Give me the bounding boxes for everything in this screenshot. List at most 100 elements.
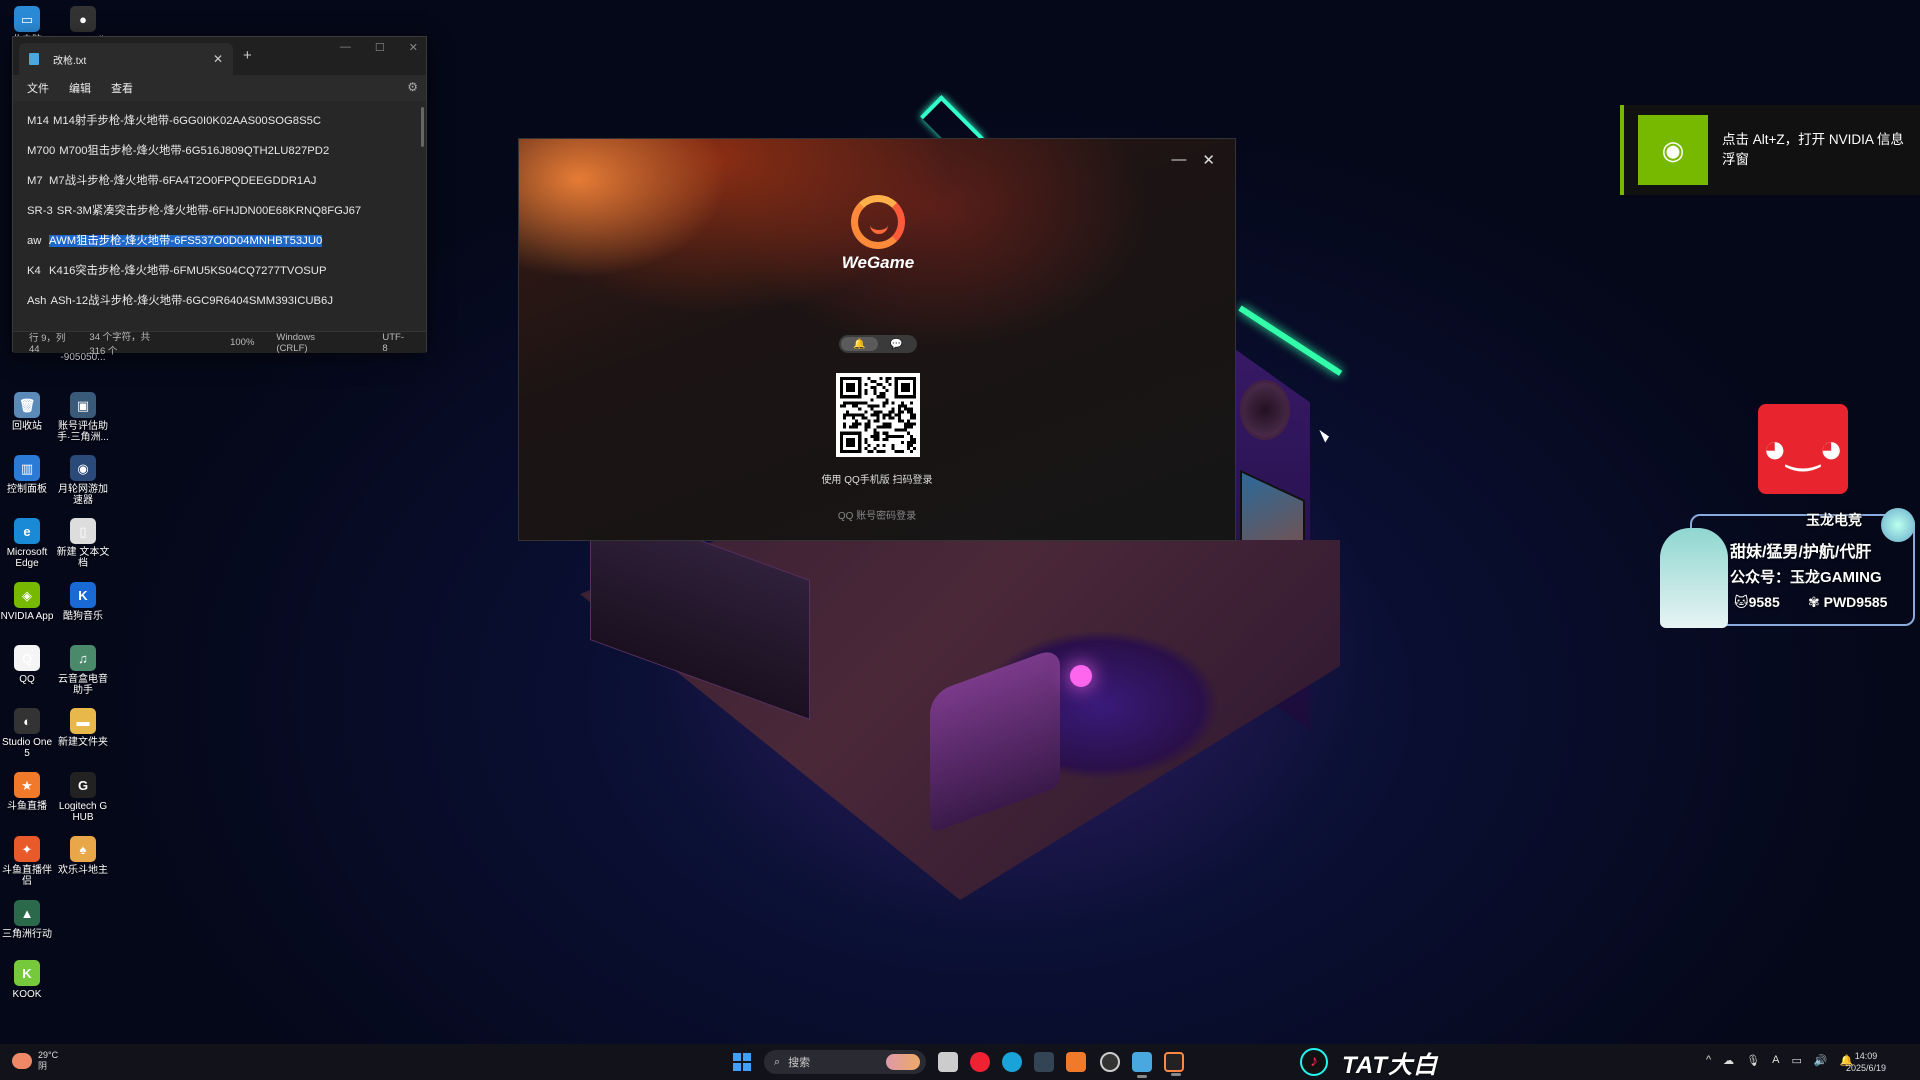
- nvidia-notification[interactable]: ◉ 点击 Alt+Z，打开 NVIDIA 信息浮窗: [1620, 105, 1920, 195]
- login-method-toggle: 🔔 💬: [839, 335, 917, 353]
- overlay-number-2: ✾ PWD9585: [1808, 594, 1888, 610]
- taskbar-wegame-icon[interactable]: [1164, 1052, 1184, 1076]
- text-line[interactable]: Ash ASh-12战斗步枪-烽火地带-6GC9R6404SMM393ICUB6J: [27, 291, 426, 321]
- desktop-icon-label: 酷狗音乐: [63, 611, 103, 622]
- line-key: K4: [27, 265, 41, 277]
- desktop-icon[interactable]: ◈ NVIDIA App: [0, 582, 56, 622]
- wegame-minimize-button[interactable]: —: [1171, 151, 1186, 169]
- desktop-icon-label: KOOK: [12, 989, 42, 1000]
- text-line[interactable]: aw AWM狙击步枪-烽火地带-6FS537O0D04MNHBT53JU0: [27, 231, 426, 261]
- desktop-icon[interactable]: Q QQ: [0, 645, 56, 685]
- tray-icon[interactable]: ▭: [1791, 1054, 1801, 1067]
- desktop-icon[interactable]: ◐ Studio One 5: [0, 708, 56, 759]
- taskbar-edge-icon[interactable]: [1002, 1052, 1022, 1072]
- clock-time: 14:09: [1854, 1051, 1878, 1061]
- desktop-icon-label: 欢乐斗地主: [58, 865, 108, 876]
- wegame-close-button[interactable]: ✕: [1202, 151, 1215, 169]
- tray-icon[interactable]: ^: [1706, 1054, 1711, 1067]
- dartboard: [1240, 380, 1290, 440]
- app-icon: ▣: [70, 392, 96, 418]
- qr-scan-hint: 使用 QQ手机版 扫码登录: [821, 475, 933, 486]
- notepad-scrollbar[interactable]: [421, 107, 424, 147]
- line-text: M14射手步枪-烽火地带-6GG0I0K02AAS00SOG8S5C: [52, 115, 322, 127]
- close-window-button[interactable]: ✕: [409, 41, 418, 54]
- status-zoom[interactable]: 100%: [230, 337, 254, 348]
- weather-desc: 阴: [38, 1061, 48, 1071]
- desktop-icon[interactable]: K 酷狗音乐: [54, 582, 112, 622]
- taskbar-obs-icon[interactable]: [1100, 1052, 1120, 1072]
- desktop-icon[interactable]: ◉ 月轮网游加速器: [54, 455, 112, 506]
- desktop-icon-label: 云音盒电音助手: [58, 674, 108, 696]
- overlay-number-1: 🐱9585: [1734, 594, 1780, 610]
- tab-close-icon[interactable]: ✕: [213, 52, 223, 66]
- weather-widget[interactable]: 29°C 阴: [12, 1050, 58, 1072]
- taskbar-file-explorer-icon[interactable]: [938, 1052, 958, 1072]
- notepad-window: 改枪.txt ✕ + — ☐ ✕ 文件 编辑 查看 ⚙ M14 M14射手步枪-烽…: [12, 36, 427, 357]
- app-icon: K: [14, 960, 40, 986]
- app-icon: ●: [70, 6, 96, 32]
- desktop-icon-label: Studio One 5: [1, 737, 53, 759]
- notepad-tab[interactable]: 改枪.txt ✕: [19, 43, 233, 75]
- desktop-icon[interactable]: ▬ 新建文件夹: [54, 708, 112, 748]
- wegame-login-window: — ✕ WeGame 🔔 💬 使用 QQ手机版 扫码登录 QQ 账号密码登录: [518, 138, 1236, 541]
- desktop-icon[interactable]: ▥ 控制面板: [0, 455, 56, 495]
- text-line[interactable]: M700 M700狙击步枪-烽火地带-6G516J809QTH2LU827PD2: [27, 141, 426, 171]
- menu-edit[interactable]: 编辑: [69, 80, 91, 96]
- taskbar-netease-icon[interactable]: [970, 1052, 990, 1072]
- start-button[interactable]: [733, 1053, 751, 1071]
- status-encoding[interactable]: UTF-8: [382, 332, 404, 354]
- taskbar-clock[interactable]: 14:09 2025/6/19: [1846, 1050, 1886, 1074]
- desktop-icon[interactable]: ✦ 斗鱼直播伴侣: [0, 836, 56, 887]
- notepad-text-area[interactable]: M14 M14射手步枪-烽火地带-6GG0I0K02AAS00SOG8S5C M70…: [13, 101, 426, 331]
- clock-date: 2025/6/19: [1846, 1063, 1887, 1073]
- desktop-icon[interactable]: 🗑 回收站: [0, 392, 56, 432]
- taskbar-vpn-icon[interactable]: [1034, 1052, 1054, 1072]
- desktop-icon[interactable]: ♫ 云音盒电音助手: [54, 645, 112, 696]
- tray-icon[interactable]: 🎙: [1746, 1054, 1760, 1067]
- maximize-button[interactable]: ☐: [375, 41, 385, 54]
- desktop-icon[interactable]: ▲ 三角洲行动: [0, 900, 56, 940]
- taskbar-notepad-icon[interactable]: [1132, 1052, 1152, 1078]
- desktop-icon-label: 斗鱼直播伴侣: [2, 865, 52, 887]
- desktop-icon[interactable]: ▣ 账号评估助手·三角洲...: [54, 392, 112, 443]
- new-tab-button[interactable]: +: [243, 47, 252, 64]
- tray-icon[interactable]: ☁: [1723, 1054, 1734, 1067]
- app-icon: 🗑: [14, 392, 40, 418]
- qq-login-tab[interactable]: 🔔: [841, 337, 878, 351]
- desktop-icon-label: NVIDIA App: [0, 611, 54, 622]
- password-login-link[interactable]: QQ 账号密码登录: [519, 507, 1235, 522]
- line-key: M7: [27, 175, 43, 187]
- app-icon: ♫: [70, 645, 96, 671]
- desktop-icon[interactable]: G Logitech G HUB: [54, 772, 112, 823]
- desktop-icon[interactable]: K KOOK: [0, 960, 56, 1000]
- taskbar-douyu-icon[interactable]: [1066, 1052, 1086, 1072]
- stream-overlay: 玉龙电竞 甜妹/猛男/护航/代肝 公众号：玉龙GAMING 🐱9585 ✾ PW…: [1660, 508, 1915, 630]
- text-line[interactable]: SR-3 SR-3M紧凑突击步枪-烽火地带-6FHJDN00E68KRNQ8FGJ…: [27, 201, 426, 231]
- wechat-login-tab[interactable]: 💬: [878, 337, 915, 351]
- line-text: M7战斗步枪-烽火地带-6FA4T2O0FPQDEEGDDR1AJ: [49, 175, 317, 187]
- overlay-title: 玉龙电竞: [1806, 512, 1862, 528]
- wegame-logo: WeGame: [835, 195, 921, 273]
- overlay-services: 甜妹/猛男/护航/代肝: [1730, 544, 1872, 561]
- app-icon: ▯: [70, 518, 96, 544]
- notepad-titlebar[interactable]: 改枪.txt ✕ + — ☐ ✕: [13, 37, 426, 75]
- notepad-menubar: 文件 编辑 查看 ⚙: [13, 75, 426, 101]
- desktop-icon[interactable]: ▯ 新建 文本文档: [54, 518, 112, 569]
- desktop-icon[interactable]: ♠ 欢乐斗地主: [54, 836, 112, 876]
- text-line[interactable]: K4 K416突击步枪-烽火地带-6FMU5KS04CQ7277TVOSUP: [27, 261, 426, 291]
- menu-view[interactable]: 查看: [111, 80, 133, 96]
- desktop-icon-label: 月轮网游加速器: [58, 484, 108, 506]
- desktop-icon[interactable]: e Microsoft Edge: [0, 518, 56, 569]
- minimize-button[interactable]: —: [340, 41, 351, 54]
- taskbar-search[interactable]: ⌕ 搜索: [764, 1050, 926, 1074]
- tray-icon[interactable]: 🔊: [1814, 1054, 1828, 1067]
- settings-gear-icon[interactable]: ⚙: [407, 80, 418, 94]
- status-eol[interactable]: Windows (CRLF): [276, 332, 332, 354]
- menu-file[interactable]: 文件: [27, 80, 49, 96]
- tray-icon[interactable]: A: [1772, 1054, 1779, 1067]
- desktop-icon-label: 斗鱼直播: [7, 801, 47, 812]
- text-line[interactable]: M7 M7战斗步枪-烽火地带-6FA4T2O0FPQDEEGDDR1AJ: [27, 171, 426, 201]
- desktop-icon[interactable]: ★ 斗鱼直播: [0, 772, 56, 812]
- text-line[interactable]: M14 M14射手步枪-烽火地带-6GG0I0K02AAS00SOG8S5C: [27, 111, 426, 141]
- weather-icon: [12, 1053, 32, 1069]
